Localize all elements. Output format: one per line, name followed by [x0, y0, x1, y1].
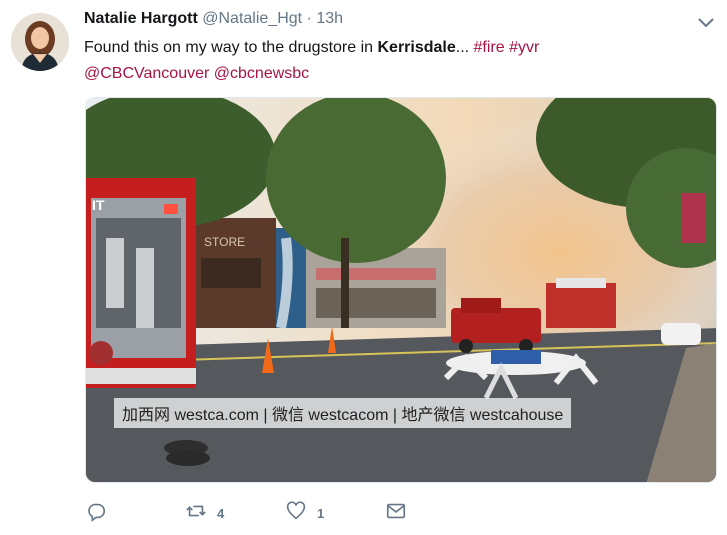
store-sign: STORE [204, 235, 245, 249]
tweet-text: Found this on my way to the drugstore in… [84, 35, 704, 87]
chevron-down-icon[interactable] [696, 12, 716, 32]
reply-icon [85, 500, 107, 527]
like-button[interactable]: 1 [285, 500, 324, 526]
text-ellipsis: ... [455, 39, 474, 56]
photo-watermark: 加西网 westca.com | 微信 westcacom | 地产微信 wes… [114, 398, 572, 428]
retweet-icon [185, 500, 207, 527]
tweet-time[interactable]: 13h [316, 10, 343, 27]
mention-cbcvancouver[interactable]: @CBCVancouver [84, 65, 209, 82]
tweet-header: Natalie Hargott @Natalie_Hgt · 13h [84, 10, 343, 28]
text-location: Kerrisdale [377, 39, 456, 56]
tweet-photo[interactable]: STORE IT 加西网 westca.com | 微信 westcacom |… [85, 97, 717, 483]
message-icon [385, 500, 407, 527]
author-name[interactable]: Natalie Hargott [84, 10, 198, 27]
hashtag-yvr[interactable]: #yvr [509, 39, 539, 56]
truck-sign: IT [92, 197, 105, 213]
like-count: 1 [317, 505, 325, 521]
like-icon [285, 500, 307, 527]
reply-button[interactable] [85, 500, 107, 526]
direct-message-button[interactable] [385, 500, 407, 526]
hashtag-fire[interactable]: #fire [474, 39, 505, 56]
separator-dot: · [306, 10, 312, 27]
text-before: Found this on my way to the drugstore in [84, 39, 378, 56]
avatar[interactable] [11, 13, 69, 71]
tweet-actions: 4 1 [85, 500, 485, 526]
author-handle[interactable]: @Natalie_Hgt [202, 10, 302, 27]
mention-cbcnewsbc[interactable]: @cbcnewsbc [214, 65, 309, 82]
retweet-count: 4 [217, 505, 225, 521]
retweet-button[interactable]: 4 [185, 500, 224, 526]
